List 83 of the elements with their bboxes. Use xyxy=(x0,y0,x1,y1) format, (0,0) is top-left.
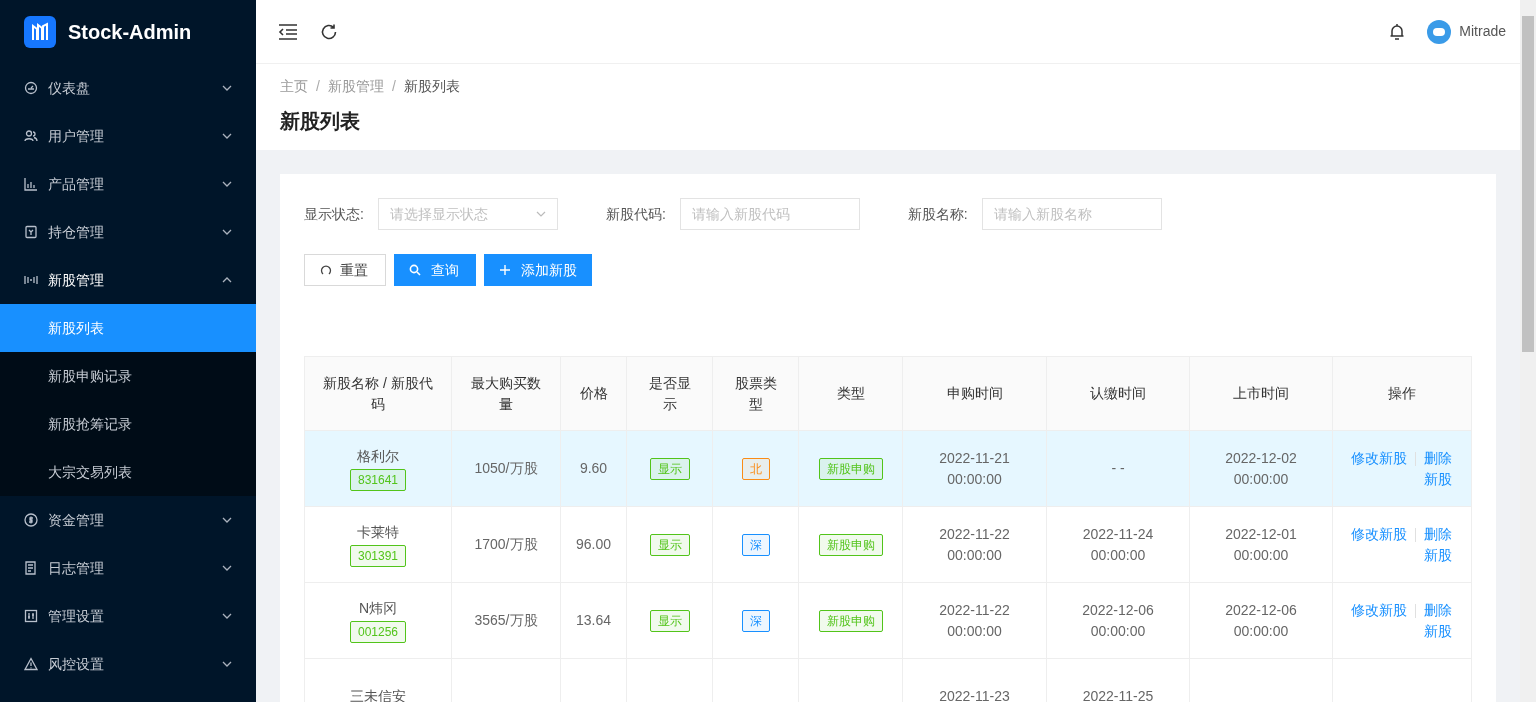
reset-button[interactable]: 重置 xyxy=(304,254,386,286)
plus-icon xyxy=(499,264,511,276)
sidebar-item[interactable]: 日志管理 xyxy=(0,544,256,592)
sidebar-item[interactable]: 风控设置 xyxy=(0,640,256,688)
table-cell-text: 2022-11-22 00:00:00 xyxy=(938,524,1011,565)
column-header: 最大购买数量 xyxy=(451,356,561,431)
avatar-icon[interactable] xyxy=(1427,19,1452,44)
table-cell: 13.64 xyxy=(575,612,611,628)
breadcrumb-current: 新股列表 xyxy=(403,77,460,96)
sidebar-item[interactable]: 产品管理 xyxy=(0,160,256,208)
search-icon xyxy=(409,264,421,276)
page-title: 新股列表 xyxy=(280,109,361,134)
display-tag: 显示 xyxy=(649,609,690,632)
table-cell: 9.60 xyxy=(579,460,608,476)
sidebar-item[interactable]: 用户管理 xyxy=(0,112,256,160)
users-icon xyxy=(24,129,38,143)
submenu-item[interactable]: 大宗交易列表 xyxy=(0,448,256,496)
column-header: 股票类型 xyxy=(712,356,799,431)
stock-name: 卡莱特 xyxy=(357,523,399,542)
table-cell: 1050/万股 xyxy=(474,460,538,476)
type-tag: 新股申购 xyxy=(818,609,883,632)
table-cell-text: 2022-11-24 00:00:00 xyxy=(1081,524,1155,565)
table-cell-text: 2022-12-02 00:00:00 xyxy=(1224,448,1298,489)
bell-icon[interactable] xyxy=(1389,22,1406,41)
table-cell-text: 2022-12-06 00:00:00 xyxy=(1224,600,1298,641)
column-header: 类型 xyxy=(798,356,903,431)
sidebar-item[interactable]: 管理设置 xyxy=(0,592,256,640)
table-cell-text: 2022-11-23 xyxy=(938,687,1011,702)
table-cell: 3565/万股 xyxy=(474,612,538,628)
column-header: 价格 xyxy=(560,356,627,431)
column-header: 是否显示 xyxy=(626,356,713,431)
column-header: 认缴时间 xyxy=(1046,356,1190,431)
field-label: 显示状态: xyxy=(304,204,364,224)
exchange-tag: 深 xyxy=(741,533,770,556)
exchange-tag: 深 xyxy=(741,609,770,632)
submenu-item[interactable]: 新股抢筹记录 xyxy=(0,400,256,448)
sidebar-item[interactable]: 仪表盘 xyxy=(0,64,256,112)
pulse-icon xyxy=(24,273,38,287)
submenu-item[interactable]: 新股申购记录 xyxy=(0,352,256,400)
bar-chart-icon xyxy=(24,177,38,191)
field-label: 新股代码: xyxy=(605,204,666,224)
table-cell: 96.00 xyxy=(575,536,611,552)
breadcrumb-separator: / xyxy=(391,77,396,96)
column-header: 操作 xyxy=(1332,356,1472,431)
table-cell-text: 2022-11-21 00:00:00 xyxy=(938,448,1011,489)
app-name: Stock-Admin xyxy=(68,20,192,45)
display-tag: 显示 xyxy=(649,457,690,480)
table-cell-text: 2022-11-22 00:00:00 xyxy=(938,600,1011,641)
sidebar-item[interactable]: 新股管理 xyxy=(0,256,256,304)
stock-code: 001256 xyxy=(349,621,406,643)
menu-fold-icon[interactable] xyxy=(278,23,298,40)
column-header: 新股名称 / 新股代码 xyxy=(304,356,452,431)
display-tag: 显示 xyxy=(649,533,690,556)
input-field[interactable]: 请输入新股名称 xyxy=(981,198,1162,230)
input-field[interactable]: 请输入新股代码 xyxy=(679,198,860,230)
logo-icon xyxy=(24,16,56,48)
coin-icon xyxy=(24,513,38,527)
type-tag: 新股申购 xyxy=(818,533,883,556)
table-cell-text: 2022-12-01 00:00:00 xyxy=(1224,524,1298,565)
warning-icon xyxy=(24,657,38,671)
stock-name: N炜冈 xyxy=(358,599,398,618)
sidebar-item[interactable]: 持仓管理 xyxy=(0,208,256,256)
table-cell-text: 2022-12-06 00:00:00 xyxy=(1081,600,1155,641)
stock-code: 831641 xyxy=(349,469,406,491)
type-tag: 新股申购 xyxy=(818,457,883,480)
table-cell-text: - - xyxy=(1110,459,1126,478)
scrollbar[interactable] xyxy=(1520,0,1536,702)
refresh-icon[interactable] xyxy=(320,22,338,41)
field-label: 新股名称: xyxy=(907,204,968,224)
column-header: 上市时间 xyxy=(1189,356,1333,431)
breadcrumb-separator: / xyxy=(316,77,320,96)
gauge-icon xyxy=(24,81,38,95)
column-header: 申购时间 xyxy=(902,356,1047,431)
stock-code: 301391 xyxy=(349,545,406,567)
exchange-tag: 北 xyxy=(741,457,770,480)
table-cell-text: 2022-11-25 xyxy=(1081,687,1155,702)
chevron-down-icon xyxy=(535,211,546,217)
sidebar-item[interactable]: 资金管理 xyxy=(0,496,256,544)
log-icon xyxy=(24,561,38,575)
stock-name: 格利尔 xyxy=(357,447,399,466)
user-name[interactable]: Mitrade xyxy=(1459,21,1506,42)
undo-icon xyxy=(320,264,332,276)
table-cell: 1700/万股 xyxy=(474,536,538,552)
